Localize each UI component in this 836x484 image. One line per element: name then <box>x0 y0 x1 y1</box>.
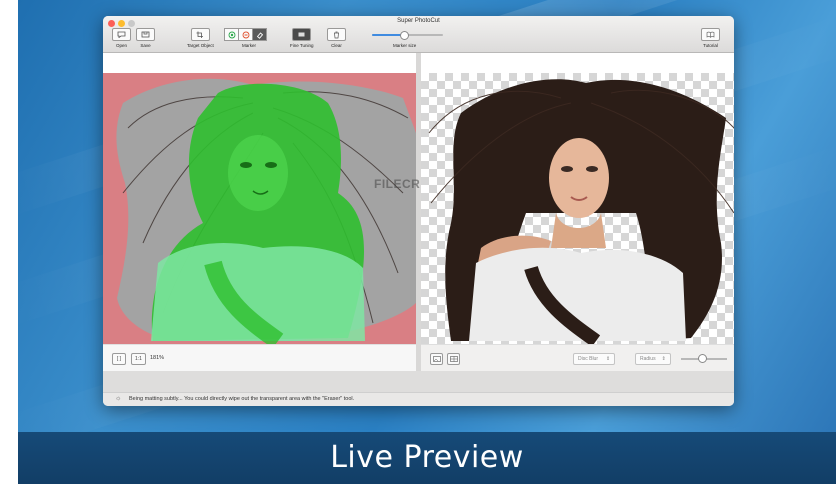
editing-footer: [ ] 1:1 181% <box>103 344 416 372</box>
fine-tuning-label: Fine Tuning <box>290 43 314 48</box>
zoom-level: 181% <box>150 355 165 361</box>
clear-button[interactable]: Clear <box>327 28 346 48</box>
image-icon <box>432 356 441 362</box>
marker-size-slider[interactable] <box>372 31 443 40</box>
panel-bottom-gap <box>103 371 734 392</box>
marker-label: Marker <box>242 43 257 48</box>
radius-select[interactable]: Radius ⇕ <box>635 353 671 365</box>
app-window: Super PhotoCut Open Save Target Object M… <box>103 16 734 406</box>
remove-marker-icon <box>242 31 249 38</box>
eraser-icon <box>256 31 263 39</box>
editing-canvas[interactable] <box>103 73 416 344</box>
marker-segmented-control <box>224 28 267 41</box>
open-label: Open <box>115 43 127 48</box>
tutorial-button[interactable]: Tutorial <box>701 28 720 48</box>
fine-tuning-button[interactable]: Fine Tuning <box>290 28 314 48</box>
keep-marker-button[interactable] <box>224 28 239 41</box>
background-pattern-button[interactable] <box>447 353 460 365</box>
preview-footer: Disc Blur ⇕ Radius ⇕ <box>421 344 734 372</box>
background-image-button[interactable] <box>430 353 443 365</box>
chevron-updown-icon: ⇕ <box>661 356 666 362</box>
book-icon <box>701 28 720 41</box>
fit-to-window-button[interactable]: [ ] <box>112 353 126 365</box>
fit-to-window-icon: [ ] <box>116 356 122 362</box>
radius-slider-knob[interactable] <box>698 354 707 363</box>
tutorial-label: Tutorial <box>703 43 718 48</box>
checker-icon <box>449 356 458 362</box>
open-icon <box>112 28 131 41</box>
status-bar: ☼ Being matting subtly... You could dire… <box>103 392 734 406</box>
lightbulb-icon: ☼ <box>115 395 122 402</box>
status-message: Being matting subtly... You could direct… <box>129 396 355 402</box>
titlebar: Super PhotoCut Open Save Target Object M… <box>103 16 734 53</box>
marker-size-label: Marker size <box>393 43 417 48</box>
chevron-updown-icon: ⇕ <box>606 356 611 362</box>
fine-tuning-icon <box>292 28 312 41</box>
target-object-button[interactable]: Target Object <box>187 28 214 48</box>
caption-text: Live Preview <box>330 440 524 475</box>
window-title: Super PhotoCut <box>397 18 440 24</box>
crop-icon <box>190 28 210 41</box>
open-button[interactable]: Open <box>112 28 131 48</box>
save-button[interactable]: Save <box>136 28 155 48</box>
clear-label: Clear <box>331 43 342 48</box>
marker-size-slider-knob[interactable] <box>399 31 409 40</box>
actual-size-button[interactable]: 1:1 <box>131 353 146 365</box>
remove-marker-button[interactable] <box>239 28 253 41</box>
target-object-label: Target Object <box>187 43 214 48</box>
save-label: Save <box>140 43 151 48</box>
editing-panel: [ ] 1:1 181% <box>103 53 416 372</box>
preview-canvas <box>421 73 734 344</box>
keep-marker-icon <box>228 31 235 38</box>
eraser-button[interactable] <box>253 28 267 41</box>
trash-icon <box>327 28 346 41</box>
blur-mode-value: Disc Blur <box>578 356 599 362</box>
radius-label: Radius <box>640 356 656 362</box>
save-icon <box>136 28 155 41</box>
preview-panel: Disc Blur ⇕ Radius ⇕ <box>421 53 734 372</box>
blur-mode-select[interactable]: Disc Blur ⇕ <box>573 353 616 365</box>
watermark-text: FILECR <box>374 177 421 191</box>
